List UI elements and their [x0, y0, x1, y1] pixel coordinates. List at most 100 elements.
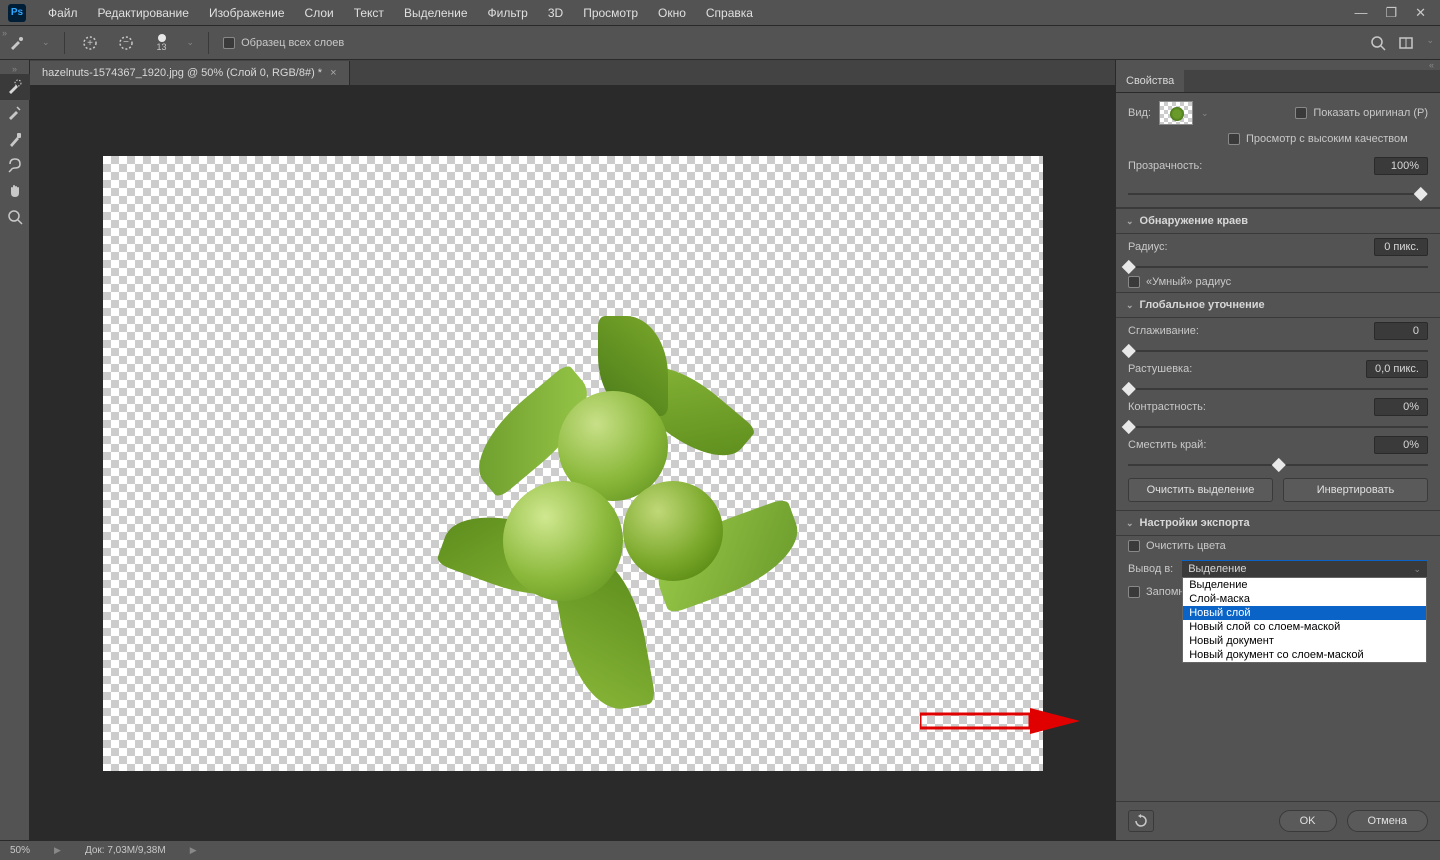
shift-edge-slider[interactable] — [1128, 460, 1428, 470]
chevron-down-icon[interactable]: ⌄ — [1426, 35, 1434, 54]
output-option[interactable]: Новый слой — [1183, 606, 1426, 620]
toolbox: » — [0, 60, 30, 840]
tool-preset-icon[interactable] — [6, 32, 28, 54]
doc-info: Док: 7,03M/9,38M — [85, 845, 166, 856]
properties-tab[interactable]: Свойства — [1116, 70, 1184, 92]
menu-layers[interactable]: Слои — [295, 6, 344, 20]
menu-window[interactable]: Окно — [648, 6, 696, 20]
add-to-selection-icon[interactable]: + — [79, 32, 101, 54]
chevron-right-icon[interactable]: ▶ — [190, 845, 197, 856]
output-option[interactable]: Слой-маска — [1183, 592, 1426, 606]
radius-slider[interactable] — [1128, 262, 1428, 272]
feather-value[interactable]: 0,0 пикс. — [1366, 360, 1428, 378]
view-thumbnail[interactable] — [1159, 101, 1193, 125]
chevron-down-icon: ⌄ — [1126, 300, 1134, 311]
invert-button[interactable]: Инвертировать — [1283, 478, 1428, 502]
menu-view[interactable]: Просмотр — [573, 6, 648, 20]
menu-select[interactable]: Выделение — [394, 6, 478, 20]
sample-all-layers-checkbox[interactable]: Образец всех слоев — [223, 37, 344, 49]
zoom-tool[interactable] — [0, 204, 30, 230]
hand-tool[interactable] — [0, 178, 30, 204]
menu-file[interactable]: Файл — [38, 6, 88, 20]
properties-panel: « Свойства Вид: ⌄ Показать оригинал (P) … — [1115, 60, 1440, 840]
maximize-icon[interactable]: ❐ — [1385, 5, 1397, 21]
output-option[interactable]: Выделение — [1183, 578, 1426, 592]
radius-label: Радиус: — [1128, 241, 1168, 253]
decontaminate-colors-checkbox[interactable]: Очистить цвета — [1128, 540, 1226, 552]
minimize-icon[interactable]: ― — [1354, 5, 1367, 21]
output-option[interactable]: Новый документ — [1183, 634, 1426, 648]
remember-settings-checkbox[interactable]: Запомн — [1128, 586, 1184, 598]
opacity-slider[interactable] — [1128, 189, 1428, 199]
feather-slider[interactable] — [1128, 384, 1428, 394]
contrast-label: Контрастность: — [1128, 401, 1206, 413]
close-icon[interactable]: ✕ — [1415, 5, 1426, 21]
brush-tool[interactable] — [0, 126, 30, 152]
cancel-button[interactable]: Отмена — [1347, 810, 1428, 832]
show-original-checkbox[interactable]: Показать оригинал (P) — [1295, 107, 1428, 119]
expand-toolbar-icon[interactable]: » — [2, 28, 7, 38]
chevron-down-icon: ⌄ — [1413, 564, 1421, 575]
document-tab[interactable]: hazelnuts-1574367_1920.jpg @ 50% (Слой 0… — [30, 61, 350, 85]
expand-panel-icon[interactable]: « — [1116, 60, 1440, 70]
show-original-label: Показать оригинал (P) — [1313, 107, 1428, 119]
contrast-slider[interactable] — [1128, 422, 1428, 432]
menu-image[interactable]: Изображение — [199, 6, 295, 20]
workspace-switcher-icon[interactable] — [1398, 35, 1414, 54]
output-settings-section[interactable]: ⌄Настройки экспорта — [1116, 510, 1440, 536]
canvas[interactable] — [103, 156, 1043, 771]
edge-detection-section[interactable]: ⌄Обнаружение краев — [1116, 208, 1440, 234]
menu-edit[interactable]: Редактирование — [88, 6, 199, 20]
app-logo: Ps — [8, 4, 26, 22]
lasso-tool[interactable] — [0, 152, 30, 178]
chevron-down-icon[interactable]: ⌄ — [187, 37, 195, 48]
view-label: Вид: — [1128, 107, 1151, 119]
shift-edge-label: Сместить край: — [1128, 439, 1206, 451]
subtract-from-selection-icon[interactable]: − — [115, 32, 137, 54]
brush-size-picker[interactable]: 13 — [151, 32, 173, 54]
global-refine-title: Глобальное уточнение — [1140, 299, 1265, 311]
chevron-down-icon[interactable]: ⌄ — [1201, 108, 1209, 119]
refine-edge-brush-tool[interactable] — [0, 100, 30, 126]
chevron-right-icon[interactable]: ▶ — [54, 845, 61, 856]
canvas-viewport[interactable] — [30, 86, 1115, 840]
close-tab-icon[interactable]: × — [330, 67, 336, 79]
global-refine-section[interactable]: ⌄ Глобальное уточнение — [1116, 292, 1440, 318]
search-icon[interactable] — [1370, 35, 1386, 54]
divider — [208, 32, 209, 54]
high-quality-preview-checkbox[interactable]: Просмотр с высоким качеством — [1228, 133, 1428, 145]
contrast-value[interactable]: 0% — [1374, 398, 1428, 416]
zoom-level[interactable]: 50% — [10, 845, 30, 856]
expand-toolbox-icon[interactable]: » — [0, 64, 29, 74]
output-to-select[interactable]: Выделение ⌄ Выделение Слой-маска Новый с… — [1181, 560, 1428, 578]
output-option[interactable]: Новый документ со слоем-маской — [1183, 648, 1426, 662]
quick-selection-tool[interactable] — [0, 74, 30, 100]
chevron-down-icon[interactable]: ⌄ — [42, 37, 50, 48]
ok-button[interactable]: OK — [1279, 810, 1337, 832]
menu-text[interactable]: Текст — [344, 6, 394, 20]
menu-3d[interactable]: 3D — [538, 6, 573, 20]
menu-help[interactable]: Справка — [696, 6, 763, 20]
menu-bar: Ps Файл Редактирование Изображение Слои … — [0, 0, 1440, 26]
decontaminate-label: Очистить цвета — [1146, 540, 1226, 552]
smooth-slider[interactable] — [1128, 346, 1428, 356]
document-tab-bar: hazelnuts-1574367_1920.jpg @ 50% (Слой 0… — [30, 60, 1115, 86]
output-to-label: Вывод в: — [1128, 563, 1173, 575]
radius-value[interactable]: 0 пикс. — [1374, 238, 1428, 256]
menu-filter[interactable]: Фильтр — [478, 6, 538, 20]
options-bar: » ⌄ + − 13 ⌄ Образец всех слоев ⌄ — [0, 26, 1440, 60]
reset-button[interactable] — [1128, 810, 1154, 832]
window-controls: ― ❐ ✕ — [1354, 5, 1432, 21]
output-to-dropdown: Выделение Слой-маска Новый слой Новый сл… — [1182, 577, 1427, 663]
svg-text:+: + — [87, 38, 93, 49]
output-settings-title: Настройки экспорта — [1140, 517, 1250, 529]
output-option[interactable]: Новый слой со слоем-маской — [1183, 620, 1426, 634]
smooth-value[interactable]: 0 — [1374, 322, 1428, 340]
clear-selection-button[interactable]: Очистить выделение — [1128, 478, 1273, 502]
opacity-label: Прозрачность: — [1128, 160, 1202, 172]
smart-radius-checkbox[interactable]: «Умный» радиус — [1128, 276, 1231, 288]
opacity-value[interactable]: 100% — [1374, 157, 1428, 175]
shift-edge-value[interactable]: 0% — [1374, 436, 1428, 454]
document-tab-title: hazelnuts-1574367_1920.jpg @ 50% (Слой 0… — [42, 67, 322, 79]
svg-text:−: − — [123, 37, 129, 48]
